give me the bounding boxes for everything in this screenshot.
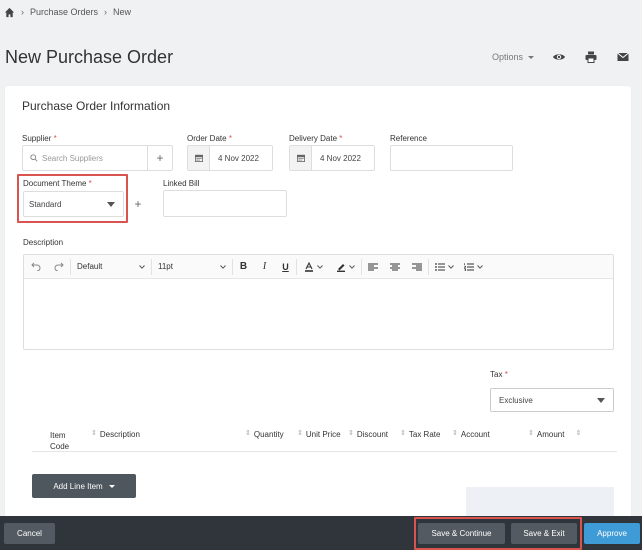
align-left-icon[interactable] (362, 255, 384, 278)
column-header-discount[interactable]: ⇕ Discount (348, 430, 388, 439)
supplier-search-field: Search Suppliers + (22, 145, 173, 171)
column-header-account[interactable]: ⇕ Account (452, 430, 490, 439)
description-textarea[interactable] (24, 279, 613, 349)
reference-input[interactable] (390, 145, 513, 171)
calendar-icon (188, 146, 210, 170)
chevron-down-icon (220, 264, 226, 269)
redo-icon[interactable] (48, 255, 70, 278)
order-date-value: 4 Nov 2022 (218, 153, 259, 163)
column-header-quantity[interactable]: ⇕ Quantity (245, 430, 284, 439)
delivery-date-value: 4 Nov 2022 (320, 153, 361, 163)
text-color-button[interactable] (297, 255, 329, 278)
chevron-down-icon (348, 264, 355, 269)
text-color-icon (304, 261, 313, 272)
page-title: New Purchase Order (5, 47, 174, 67)
description-label: Description (23, 238, 64, 247)
caret-down-icon (528, 55, 534, 59)
options-dropdown[interactable]: Options (492, 52, 534, 62)
linked-bill-input[interactable] (163, 190, 287, 217)
highlight-box (17, 174, 128, 223)
page-toolbar: Options (492, 50, 630, 64)
column-header-tax-rate[interactable]: ⇕ Tax Rate (400, 430, 440, 439)
column-header-description[interactable]: ⇕ Description (91, 430, 140, 439)
eye-icon[interactable] (552, 50, 566, 64)
italic-icon[interactable]: I (254, 255, 275, 278)
search-icon (30, 154, 38, 162)
column-header-amount[interactable]: ⇕ Amount ⇕ (528, 430, 581, 439)
save-and-continue-button[interactable]: Save & Continue (418, 523, 505, 544)
linked-bill-label: Linked Bill (163, 179, 200, 188)
underline-icon[interactable]: U (275, 255, 296, 278)
reference-label: Reference (390, 134, 427, 143)
tax-label: Tax * (490, 370, 508, 379)
supplier-search-input[interactable]: Search Suppliers (23, 146, 147, 170)
bold-icon[interactable]: B (233, 255, 254, 278)
delivery-date-field[interactable]: 4 Nov 2022 (289, 145, 375, 171)
options-label: Options (491, 52, 523, 62)
undo-icon[interactable] (24, 255, 48, 278)
supplier-placeholder: Search Suppliers (42, 153, 103, 163)
align-center-icon[interactable] (384, 255, 406, 278)
breadcrumb: › Purchase Orders › New (4, 6, 131, 18)
delivery-date-label: Delivery Date * (289, 134, 343, 143)
chevron-down-icon (139, 264, 145, 269)
approve-button[interactable]: Approve (584, 523, 640, 544)
bullet-list-icon (434, 262, 445, 271)
sort-icon: ⇕ (348, 430, 354, 437)
add-supplier-button[interactable]: + (147, 146, 172, 170)
section-title: Purchase Order Information (22, 99, 171, 113)
line-items-header: Item Code ⇕ Description ⇕ Quantity ⇕ Unit P… (32, 430, 617, 452)
home-icon[interactable] (4, 7, 15, 18)
save-and-exit-button[interactable]: Save & Exit (511, 523, 577, 544)
supplier-label: Supplier * (22, 134, 57, 143)
breadcrumb-separator: › (21, 7, 24, 17)
bullet-list-button[interactable] (429, 255, 459, 278)
chevron-down-icon (316, 264, 323, 269)
footer-action-bar: Cancel Save & Continue Save & Exit Appro… (0, 516, 642, 550)
font-family-select[interactable]: Default (71, 255, 151, 278)
order-date-label: Order Date * (187, 134, 232, 143)
caret-down-icon (108, 484, 115, 488)
align-right-icon[interactable] (406, 255, 428, 278)
numbered-list-icon (463, 262, 474, 271)
sort-icon: ⇕ (400, 430, 406, 437)
column-header-unit-price[interactable]: ⇕ Unit Price (297, 430, 341, 439)
breadcrumb-item-new: New (113, 7, 132, 17)
sort-icon: ⇕ (245, 430, 251, 437)
cancel-button[interactable]: Cancel (4, 523, 55, 544)
sort-icon: ⇕ (528, 430, 534, 437)
sort-icon: ⇕ (452, 430, 458, 437)
tax-value: Exclusive (499, 395, 533, 405)
chevron-down-icon (447, 264, 454, 269)
purchase-order-form: Purchase Order Information Supplier * Se… (5, 86, 631, 527)
calendar-icon (290, 146, 312, 170)
print-icon[interactable] (584, 50, 598, 64)
breadcrumb-separator: › (104, 7, 108, 17)
description-editor: Default 11pt B I U (23, 254, 614, 350)
column-header-item-code[interactable]: Item Code (50, 430, 84, 452)
add-line-item-button[interactable]: Add Line Item (32, 474, 136, 498)
highlight-color-button[interactable] (329, 255, 361, 278)
sort-icon: ⇕ (91, 430, 97, 437)
highlighter-icon (336, 263, 345, 272)
order-date-field[interactable]: 4 Nov 2022 (187, 145, 273, 171)
sort-icon: ⇕ (297, 430, 303, 437)
caret-down-icon (597, 397, 605, 403)
add-line-item-label: Add Line Item (53, 481, 103, 491)
font-size-select[interactable]: 11pt (152, 255, 232, 278)
mail-icon[interactable] (616, 50, 630, 64)
chevron-down-icon (476, 264, 483, 269)
tax-select[interactable]: Exclusive (490, 388, 614, 412)
breadcrumb-item-purchase-orders[interactable]: Purchase Orders (30, 7, 98, 17)
numbered-list-button[interactable] (459, 255, 487, 278)
editor-toolbar: Default 11pt B I U (24, 255, 613, 279)
sort-icon: ⇕ (575, 430, 582, 437)
add-document-theme-button[interactable]: + (127, 193, 149, 215)
